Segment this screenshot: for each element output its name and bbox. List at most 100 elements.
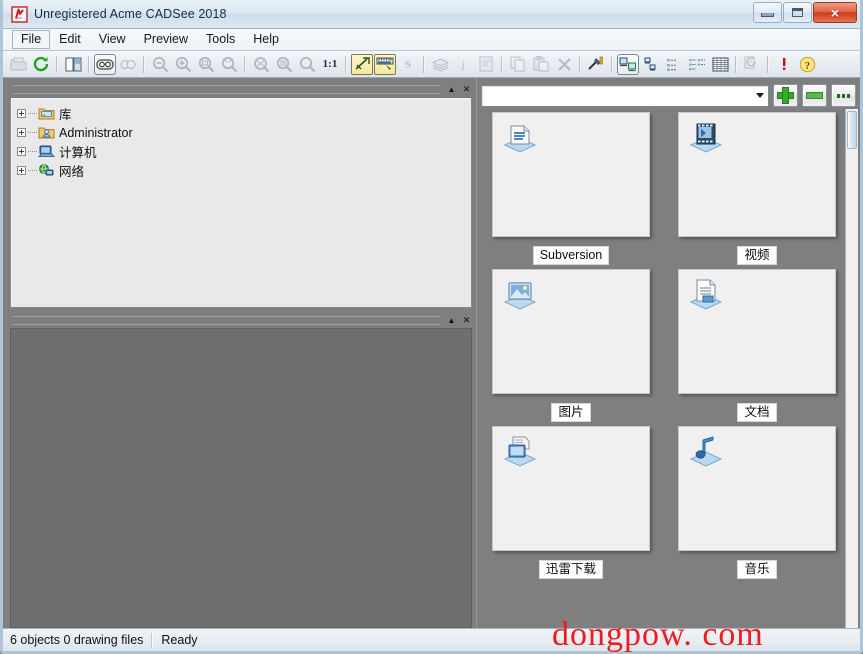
menu-item-tools[interactable]: Tools bbox=[197, 30, 244, 49]
expand-icon[interactable] bbox=[17, 147, 26, 156]
menu-item-help[interactable]: Help bbox=[244, 30, 288, 49]
close-icon[interactable]: ✕ bbox=[459, 83, 474, 96]
thumbnail-item[interactable]: 视频 bbox=[677, 112, 837, 269]
folder-path-bar bbox=[480, 82, 858, 109]
properties-icon[interactable] bbox=[475, 54, 497, 75]
expand-icon[interactable] bbox=[17, 128, 26, 137]
open-folder-icon[interactable] bbox=[7, 54, 29, 75]
thumbnail-item[interactable]: 文档 bbox=[677, 269, 837, 426]
snap-icon[interactable]: S bbox=[397, 54, 419, 75]
collapse-icon[interactable]: ▲ bbox=[444, 83, 459, 96]
thumbnail-preview[interactable] bbox=[492, 112, 650, 237]
scrollbar-thumb[interactable] bbox=[847, 111, 857, 149]
expand-icon[interactable] bbox=[17, 109, 26, 118]
left-column: ▲ ✕ 库 Administrator 计算机 网络 ▲ ✕ bbox=[3, 78, 476, 628]
view-tiles-icon[interactable] bbox=[640, 54, 662, 75]
tree-item-administrator[interactable]: Administrator bbox=[17, 123, 471, 142]
thumbnail-preview[interactable] bbox=[492, 269, 650, 394]
measure-distance-icon[interactable] bbox=[374, 53, 396, 75]
thumbnail-item[interactable]: 迅雷下载 bbox=[491, 426, 651, 583]
thumbnail-item[interactable]: 音乐 bbox=[677, 426, 837, 583]
drag-grip[interactable] bbox=[12, 316, 440, 325]
path-combobox[interactable] bbox=[481, 84, 769, 107]
close-icon[interactable]: ✕ bbox=[459, 314, 474, 327]
add-favorite-button[interactable] bbox=[773, 84, 798, 107]
maximize-icon bbox=[792, 8, 803, 17]
zoom-scale-icon[interactable] bbox=[296, 54, 318, 75]
toolbar-separator bbox=[423, 55, 425, 73]
view-thumbnails-icon[interactable] bbox=[617, 53, 639, 75]
status-objects-count: 6 objects 0 drawing files bbox=[10, 633, 144, 647]
status-ready: Ready bbox=[161, 633, 198, 647]
folder-subversion-icon bbox=[503, 121, 537, 153]
close-button[interactable]: × bbox=[813, 2, 857, 23]
help-icon[interactable]: ? bbox=[796, 54, 818, 75]
thumbnail-label: 视频 bbox=[737, 246, 777, 266]
batch-convert-icon[interactable] bbox=[741, 54, 763, 75]
zoom-actual-size-icon[interactable]: 1:1 bbox=[319, 54, 341, 75]
thumbnail-area: Subversion 视频 图片 文档 迅雷下载 音乐 bbox=[480, 109, 858, 628]
collapse-icon[interactable]: ▲ bbox=[444, 314, 459, 327]
zoom-out-icon[interactable] bbox=[149, 54, 171, 75]
zoom-extents-icon[interactable] bbox=[250, 54, 272, 75]
tree-item-network[interactable]: 网络 bbox=[17, 161, 471, 180]
toolbar-separator bbox=[244, 55, 246, 73]
alert-icon[interactable] bbox=[773, 54, 795, 75]
toolbar-separator bbox=[56, 55, 58, 73]
info-icon[interactable]: i bbox=[452, 54, 474, 75]
browse-button[interactable] bbox=[831, 84, 856, 107]
window-controls: × bbox=[753, 2, 857, 23]
folder-music-icon bbox=[689, 435, 723, 467]
ellipsis-icon bbox=[837, 93, 850, 98]
minimize-button[interactable] bbox=[753, 2, 782, 23]
thumbnail-item[interactable]: 图片 bbox=[491, 269, 651, 426]
folder-tree-caption: ▲ ✕ bbox=[10, 82, 476, 97]
layers-icon[interactable] bbox=[429, 54, 451, 75]
paste-icon[interactable] bbox=[530, 54, 552, 75]
plus-icon bbox=[778, 88, 793, 103]
split-view-icon[interactable] bbox=[62, 54, 84, 75]
tree-item-computer[interactable]: 计算机 bbox=[17, 142, 471, 161]
menu-item-view[interactable]: View bbox=[90, 30, 135, 49]
thumbnail-preview[interactable] bbox=[678, 112, 836, 237]
maximize-button[interactable] bbox=[783, 2, 812, 23]
remove-favorite-button[interactable] bbox=[802, 84, 827, 107]
tree-item-label: 库 bbox=[59, 108, 72, 122]
toolbar-separator bbox=[345, 55, 347, 73]
thumbnail-preview[interactable] bbox=[492, 426, 650, 551]
thumbnail-preview[interactable] bbox=[678, 269, 836, 394]
view-details-icon[interactable] bbox=[686, 54, 708, 75]
refresh-icon[interactable] bbox=[30, 54, 52, 75]
computer-icon bbox=[38, 144, 55, 160]
menu-item-file[interactable]: File bbox=[12, 30, 51, 49]
zoom-in-icon[interactable] bbox=[172, 54, 194, 75]
zoom-window-icon[interactable] bbox=[195, 54, 217, 75]
settings-tools-icon[interactable] bbox=[585, 54, 607, 75]
compare-pair-icon[interactable] bbox=[117, 54, 139, 75]
view-report-icon[interactable] bbox=[709, 54, 731, 75]
zoom-previous-icon[interactable] bbox=[273, 54, 295, 75]
network-icon bbox=[38, 163, 55, 179]
preview-body[interactable] bbox=[10, 328, 472, 628]
path-input[interactable] bbox=[482, 86, 752, 105]
copy-icon[interactable] bbox=[507, 54, 529, 75]
drag-grip[interactable] bbox=[12, 85, 440, 94]
folder-tree-body: 库 Administrator 计算机 网络 bbox=[10, 97, 472, 308]
menu-item-preview[interactable]: Preview bbox=[135, 30, 197, 49]
menu-bar: File Edit View Preview Tools Help bbox=[3, 29, 860, 51]
workspace: ▲ ✕ 库 Administrator 计算机 网络 ▲ ✕ Subversio… bbox=[3, 78, 860, 628]
chevron-down-icon[interactable] bbox=[752, 86, 768, 106]
compare-two-images-icon[interactable] bbox=[94, 53, 116, 75]
thumbnail-scrollbar[interactable] bbox=[845, 109, 858, 628]
minimize-icon bbox=[761, 13, 774, 17]
folder-documents-icon bbox=[689, 278, 723, 310]
menu-item-edit[interactable]: Edit bbox=[50, 30, 90, 49]
thumbnail-item[interactable]: Subversion bbox=[491, 112, 651, 269]
measure-tool-icon[interactable] bbox=[351, 53, 373, 75]
tree-item-library[interactable]: 库 bbox=[17, 104, 471, 123]
thumbnail-preview[interactable] bbox=[678, 426, 836, 551]
expand-icon[interactable] bbox=[17, 166, 26, 175]
delete-icon[interactable] bbox=[553, 54, 575, 75]
view-list-icon[interactable] bbox=[663, 54, 685, 75]
zoom-dynamic-icon[interactable] bbox=[218, 54, 240, 75]
